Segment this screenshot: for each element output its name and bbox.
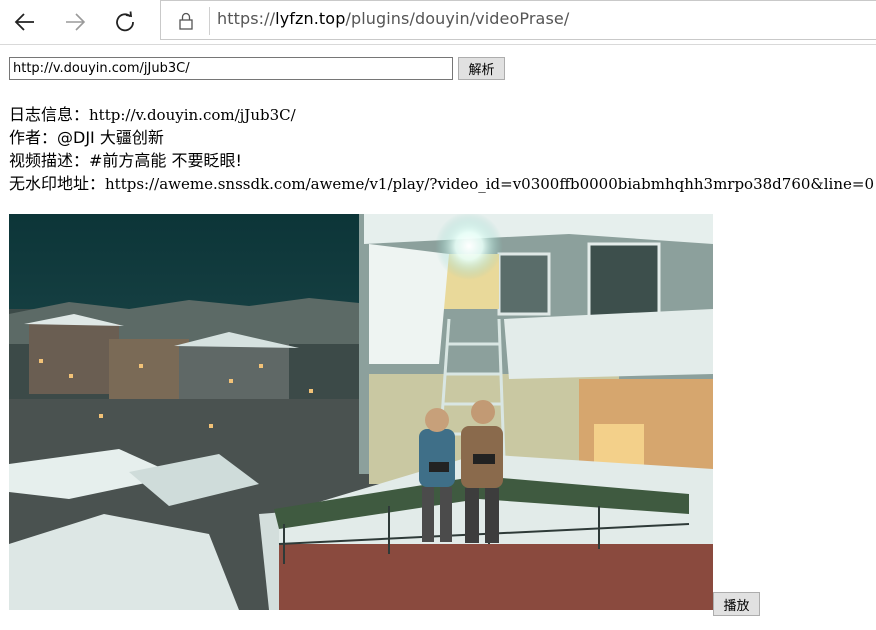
refresh-button[interactable]: [109, 6, 141, 38]
description-label: 视频描述：: [9, 151, 90, 170]
browser-toolbar: https://lyfzn.top/plugins/douyin/videoPr…: [0, 0, 876, 45]
url-text[interactable]: https://lyfzn.top/plugins/douyin/videoPr…: [217, 9, 569, 28]
description-value: #前方高能 不要眨眼!: [89, 151, 242, 170]
video-frame-image: [9, 214, 713, 610]
back-arrow-icon: [14, 13, 34, 31]
nowatermark-url: https://aweme.snssdk.com/aweme/v1/play/?…: [105, 175, 875, 193]
nowatermark-row: 无水印地址：https://aweme.snssdk.com/aweme/v1/…: [9, 172, 874, 195]
address-bar[interactable]: https://lyfzn.top/plugins/douyin/videoPr…: [160, 0, 876, 40]
url-prefix: https://: [217, 9, 276, 28]
author-row: 作者：@DJI 大疆创新: [9, 126, 874, 149]
author-label: 作者：: [9, 128, 58, 147]
author-value: @DJI 大疆创新: [57, 128, 164, 147]
address-divider: [209, 7, 210, 35]
back-button[interactable]: [9, 6, 41, 38]
log-label: 日志信息：: [9, 105, 90, 124]
url-host: lyfzn.top: [275, 9, 346, 28]
description-row: 视频描述：#前方高能 不要眨眼!: [9, 149, 874, 172]
douyin-url-input[interactable]: [9, 57, 453, 80]
forward-arrow-icon: [66, 13, 86, 31]
url-path: /plugins/douyin/videoPrase/: [345, 9, 570, 28]
log-row: 日志信息：http://v.douyin.com/jJub3C/: [9, 103, 874, 126]
result-info: 日志信息：http://v.douyin.com/jJub3C/ 作者：@DJI…: [9, 103, 874, 195]
lock-icon: [179, 12, 193, 30]
video-player[interactable]: [9, 214, 713, 610]
nowatermark-label: 无水印地址：: [9, 174, 106, 193]
refresh-icon: [116, 11, 134, 32]
log-value: http://v.douyin.com/jJub3C/: [89, 106, 296, 124]
play-button[interactable]: 播放: [713, 592, 760, 616]
parse-button[interactable]: 解析: [458, 57, 505, 80]
forward-button[interactable]: [59, 6, 91, 38]
